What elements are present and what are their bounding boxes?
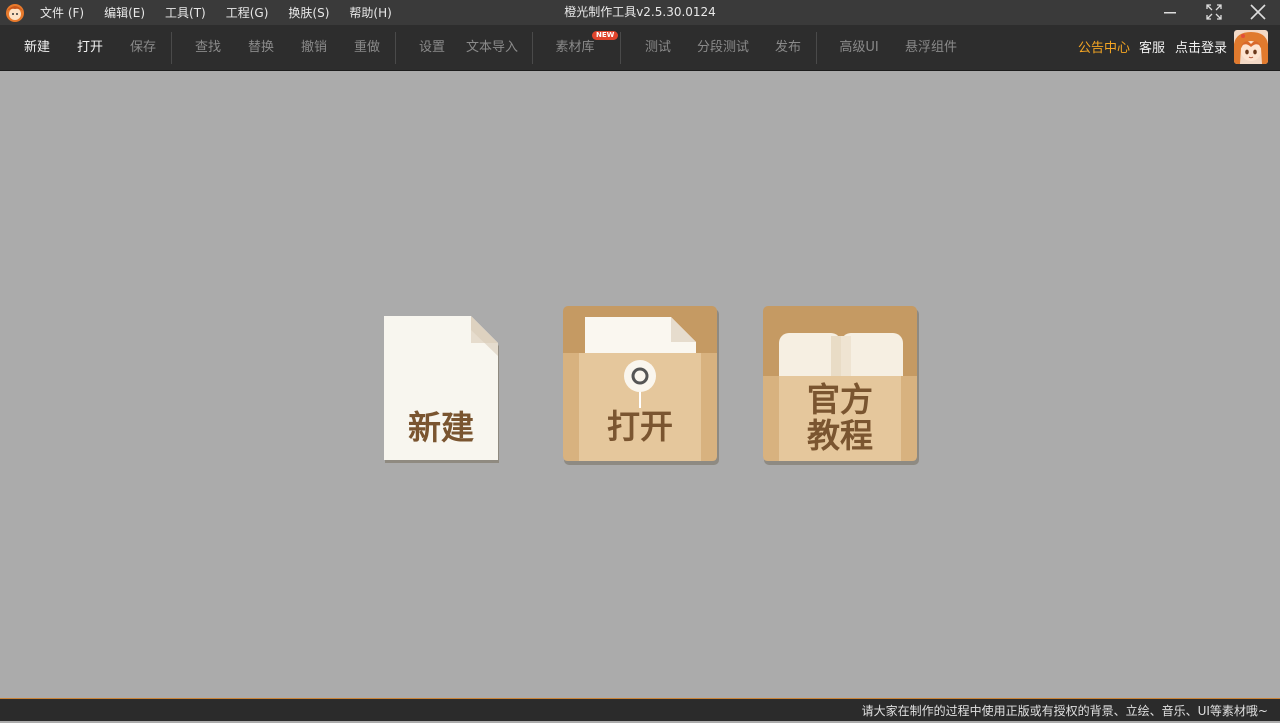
new-badge: NEW	[592, 31, 619, 40]
login-link[interactable]: 点击登录	[1175, 25, 1227, 73]
menu-file[interactable]: 文件 (F)	[30, 0, 94, 25]
toolbar-separator	[395, 32, 396, 64]
toolbar-test-button[interactable]: 测试	[645, 25, 671, 71]
title-bar: 文件 (F) 编辑(E) 工具(T) 工程(G) 换肤(S) 帮助(H) 橙光制…	[0, 0, 1280, 25]
maximize-button[interactable]	[1192, 0, 1236, 25]
toolbar-find-button[interactable]: 查找	[195, 25, 221, 71]
toolbar-assets-button[interactable]: 素材库	[555, 25, 594, 71]
toolbar-separator	[620, 32, 621, 64]
toolbar-new-button[interactable]: 新建	[24, 25, 50, 71]
menu-project[interactable]: 工程(G)	[216, 0, 279, 25]
support-link[interactable]: 客服	[1139, 25, 1165, 73]
avatar[interactable]	[1234, 30, 1268, 64]
maximize-icon	[1206, 4, 1222, 20]
open-tile-label: 打开	[607, 407, 673, 446]
toolbar-separator	[171, 32, 172, 64]
toolbar-replace-button[interactable]: 替换	[248, 25, 274, 71]
status-bar: 请大家在制作的过程中使用正版或有授权的背景、立绘、音乐、UI等素材哦~	[0, 698, 1280, 721]
toolbar-separator	[532, 32, 533, 64]
toolbar-undo-button[interactable]: 撤销	[301, 25, 327, 71]
open-project-tile[interactable]: 打开	[563, 306, 719, 465]
toolbar-redo-button[interactable]: 重做	[354, 25, 380, 71]
toolbar-segment-test-button[interactable]: 分段测试	[697, 25, 749, 71]
menu-edit[interactable]: 编辑(E)	[94, 0, 155, 25]
toolbar-save-button[interactable]: 保存	[130, 25, 156, 71]
tutorial-label-line1: 官方	[807, 380, 873, 419]
official-tutorial-tile[interactable]: 官方 教程	[763, 306, 919, 465]
announcements-link[interactable]: 公告中心	[1078, 25, 1130, 73]
minimize-button[interactable]	[1148, 0, 1192, 25]
toolbar: 新建 打开 保存 查找 替换 撤销 重做 设置 文本导入 素材库 NEW 测试 …	[0, 25, 1280, 71]
toolbar-separator	[816, 32, 817, 64]
menu-help[interactable]: 帮助(H)	[339, 0, 401, 25]
toolbar-settings-button[interactable]: 设置	[419, 25, 445, 71]
toolbar-floating-widget-button[interactable]: 悬浮组件	[905, 25, 957, 71]
close-button[interactable]	[1236, 0, 1280, 25]
status-notice: 请大家在制作的过程中使用正版或有授权的背景、立绘、音乐、UI等素材哦~	[861, 704, 1268, 718]
new-tile-label: 新建	[408, 408, 474, 447]
tutorial-label-line2: 教程	[807, 416, 873, 455]
menu-bar: 文件 (F) 编辑(E) 工具(T) 工程(G) 换肤(S) 帮助(H)	[30, 0, 402, 25]
toolbar-advanced-ui-button[interactable]: 高级UI	[839, 25, 878, 71]
toolbar-publish-button[interactable]: 发布	[775, 25, 801, 71]
minimize-icon	[1164, 12, 1176, 14]
toolbar-text-import-button[interactable]: 文本导入	[466, 25, 518, 71]
app-logo-icon[interactable]	[5, 3, 25, 23]
toolbar-open-button[interactable]: 打开	[77, 25, 103, 71]
menu-skin[interactable]: 换肤(S)	[278, 0, 339, 25]
new-project-tile[interactable]: 新建	[384, 316, 500, 464]
close-icon	[1250, 4, 1266, 20]
avatar-icon	[1234, 30, 1268, 64]
menu-tools[interactable]: 工具(T)	[155, 0, 216, 25]
